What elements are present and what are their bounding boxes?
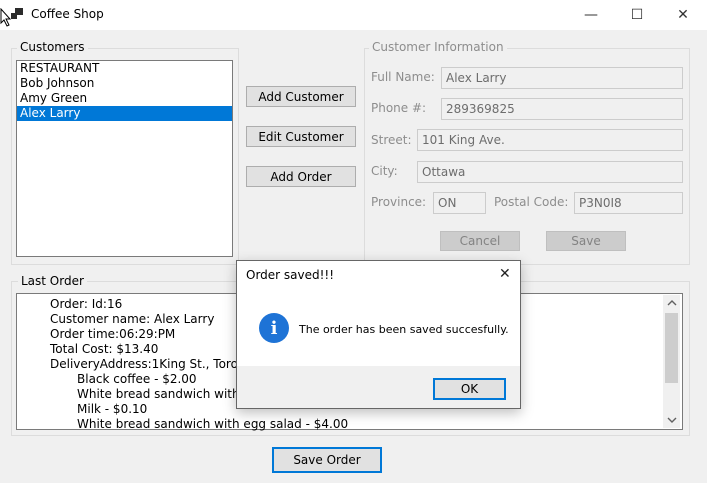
list-item[interactable]: Bob Johnson: [17, 76, 232, 91]
order-line: Order time:06:29:PM: [50, 327, 176, 341]
list-item[interactable]: Amy Green: [17, 91, 232, 106]
phone-label: Phone #:: [371, 101, 427, 115]
order-line: Customer name: Alex Larry: [50, 312, 215, 326]
scrollbar-thumb[interactable]: [665, 313, 678, 383]
order-line: DeliveryAddress:1King St., Toronto,: [50, 357, 262, 371]
full-name-field[interactable]: Alex Larry: [441, 67, 683, 89]
cursor-icon: [0, 8, 12, 27]
cancel-button[interactable]: Cancel: [440, 231, 520, 251]
customer-info-group-label: Customer Information: [369, 40, 507, 54]
ok-button[interactable]: OK: [433, 378, 506, 400]
minimize-icon: —: [584, 7, 598, 23]
minimize-button[interactable]: —: [568, 0, 614, 30]
dialog-message: The order has been saved succesfully.: [299, 323, 509, 336]
save-customer-button[interactable]: Save: [546, 231, 626, 251]
province-label: Province:: [371, 195, 427, 209]
maximize-icon: ☐: [630, 7, 644, 23]
postal-code-field[interactable]: P3N0I8: [574, 192, 683, 214]
list-item-selected[interactable]: Alex Larry: [17, 106, 232, 121]
list-item[interactable]: RESTAURANT: [17, 61, 232, 76]
dialog-title: Order saved!!!: [246, 268, 335, 282]
scroll-up-icon[interactable]: [667, 298, 677, 308]
street-field[interactable]: 101 King Ave.: [417, 129, 683, 151]
add-order-button[interactable]: Add Order: [246, 166, 356, 187]
order-line: Total Cost: $13.40: [50, 342, 159, 356]
customers-listbox[interactable]: RESTAURANT Bob Johnson Amy Green Alex La…: [16, 60, 233, 257]
order-line: Milk - $0.10: [77, 402, 148, 416]
customers-group-label: Customers: [17, 40, 88, 54]
window-title: Coffee Shop: [31, 7, 104, 21]
dialog-close-icon[interactable]: ✕: [499, 266, 511, 282]
info-icon: i: [259, 313, 289, 343]
maximize-button[interactable]: ☐: [614, 0, 660, 30]
scroll-down-icon[interactable]: [667, 415, 677, 425]
city-field[interactable]: Ottawa: [417, 161, 683, 183]
save-order-button[interactable]: Save Order: [272, 447, 382, 473]
order-line: White bread sandwich with egg salad - $4…: [77, 417, 349, 431]
close-button[interactable]: ✕: [660, 0, 706, 30]
province-field[interactable]: ON: [433, 192, 486, 214]
postal-code-label: Postal Code:: [494, 195, 569, 209]
city-label: City:: [371, 164, 398, 178]
add-customer-button[interactable]: Add Customer: [246, 86, 356, 107]
street-label: Street:: [371, 133, 412, 147]
app-icon: [11, 8, 23, 19]
message-dialog: Order saved!!! ✕ i The order has been sa…: [236, 260, 521, 409]
edit-customer-button[interactable]: Edit Customer: [246, 126, 356, 147]
last-order-group-label: Last Order: [18, 274, 87, 288]
close-icon: ✕: [677, 7, 689, 23]
phone-field[interactable]: 289369825: [441, 98, 683, 120]
order-line: Black coffee - $2.00: [77, 372, 197, 386]
order-line: White bread sandwich with roa: [77, 387, 263, 401]
full-name-label: Full Name:: [371, 70, 435, 84]
order-line: Order: Id:16: [50, 297, 123, 311]
